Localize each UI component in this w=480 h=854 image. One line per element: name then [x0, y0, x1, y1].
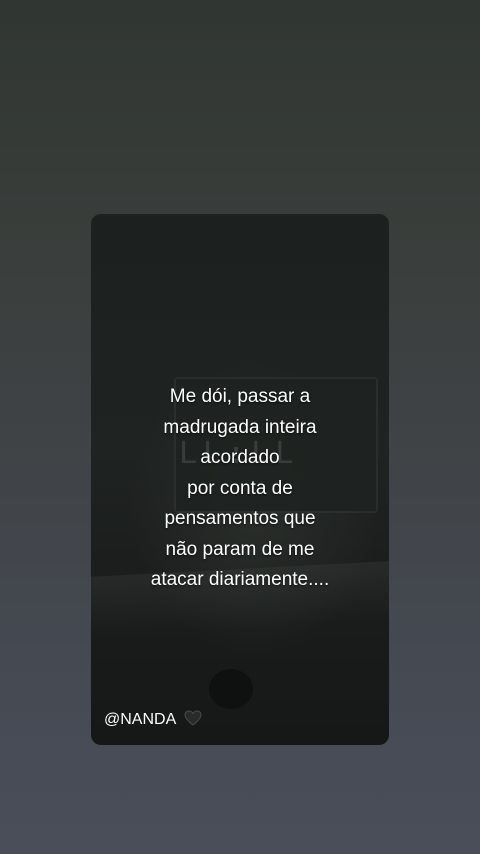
- story-card[interactable]: LL:LL Me dói, passar a madrugada inteira…: [91, 214, 389, 745]
- caption-line: madrugada inteira: [163, 416, 317, 438]
- caption-line: atacar diariamente....: [150, 569, 330, 590]
- story-caption: Me dói, passar a madrugada inteira acord…: [91, 382, 389, 596]
- black-heart-icon: [184, 710, 202, 726]
- author-tag[interactable]: @NANDA: [104, 709, 202, 731]
- caption-line: por conta de: [187, 477, 293, 499]
- caption-line: Me dói, passar a: [169, 386, 311, 407]
- background-shadow-object: [209, 669, 253, 709]
- caption-line: acordado: [200, 447, 280, 468]
- caption-line: não param de me: [165, 538, 315, 560]
- caption-line: pensamentos que: [164, 508, 316, 529]
- author-handle: @NANDA: [104, 711, 176, 728]
